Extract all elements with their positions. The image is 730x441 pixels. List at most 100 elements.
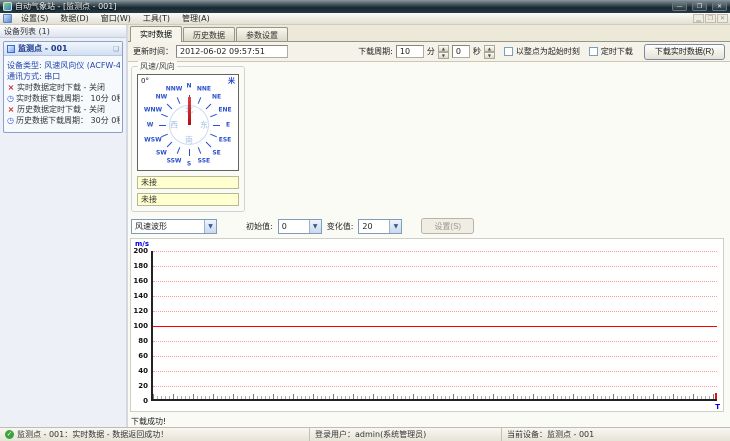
tab-历史数据[interactable]: 历史数据 — [183, 27, 235, 41]
device-panel[interactable]: 监测点 - 001 ❏ 设备类型: 风速风向仪 (ACFW-4) 通讯方式: 串口… — [3, 41, 123, 133]
start-on-hour-checkbox[interactable] — [503, 47, 513, 56]
y-tick-label: 60 — [138, 352, 148, 360]
menu-bar: 设置(S) 数据(D) 窗口(W) 工具(T) 管理(A) ▁ ❐ ✕ — [0, 13, 730, 25]
chart-xlabel: T — [715, 403, 720, 411]
compass-direction-label: W — [146, 121, 154, 129]
waveform-select[interactable]: 风速波形 ▼ — [131, 218, 217, 234]
minutes-stepper[interactable]: ▲ ▼ — [437, 45, 449, 59]
compass-spoke-icon — [176, 147, 181, 154]
chart-controls: 风速波形 ▼ 初始值: 0 ▼ 变化值: 20 ▼ 设置(S) — [131, 218, 475, 234]
pin-icon[interactable]: ❏ — [113, 45, 119, 53]
close-button[interactable]: ✕ — [712, 2, 727, 11]
tab-参数设置[interactable]: 参数设置 — [236, 27, 288, 41]
device-panel-body: 设备类型: 风速风向仪 (ACFW-4) 通讯方式: 串口 × 实时数据定时下载 - … — [4, 56, 122, 132]
realtime-content: 风速/风向 0° 米 N NNE NE ENE E ESE SE SSE S SSW SW WSW W W… — [128, 61, 730, 427]
x-axis-major-ticks — [153, 394, 717, 399]
gridline — [153, 371, 717, 372]
compass-spoke-icon — [167, 103, 173, 110]
mdi-minimize-icon[interactable]: ▁ — [693, 14, 704, 23]
compass-needle-icon — [188, 97, 191, 125]
chart: m/s T 200 180 160 140 120 100 80 60 40 20 0 — [130, 238, 724, 412]
start-on-hour-label: 以整点为起始时刻 — [515, 47, 580, 56]
change-value-select[interactable]: 20 ▼ — [358, 218, 403, 234]
compass-spoke-icon — [197, 97, 202, 104]
compass-spoke-icon — [176, 97, 181, 104]
device-info-text: 历史数据下载周期： 30分 0秒 — [15, 116, 120, 125]
tab-bar: 实时数据 历史数据 参数设置 — [128, 25, 730, 42]
menu-item[interactable]: 数据(D) — [54, 13, 94, 24]
compass-spoke-icon — [160, 113, 168, 117]
device-info-line: ◷ 实时数据下载周期： 10分 0秒 — [7, 93, 120, 104]
seconds-unit-label: 秒 — [472, 47, 481, 56]
step-down-icon[interactable]: ▼ — [483, 52, 495, 59]
title-bar: 自动气象站 - [监测点 - 001] — ❐ ✕ — [0, 0, 730, 13]
menu-items: 设置(S) 数据(D) 窗口(W) 工具(T) 管理(A) — [15, 13, 216, 24]
timed-download-label: 定时下载 — [600, 47, 633, 56]
status-bar: ✓ 监测点 - 001：实时数据 - 数据返回成功！ 登录用户：admin(系统… — [0, 427, 730, 441]
step-up-icon[interactable]: ▲ — [483, 45, 495, 52]
compass-cn-e: 东 — [200, 120, 208, 130]
compass-direction-label: E — [225, 121, 231, 129]
maximize-button[interactable]: ❐ — [692, 2, 707, 11]
menu-item[interactable]: 工具(T) — [137, 13, 176, 24]
minutes-input[interactable]: 10 — [395, 45, 424, 58]
compass-spoke-icon — [210, 113, 218, 117]
gridline — [153, 386, 717, 387]
menu-item[interactable]: 窗口(W) — [95, 13, 137, 24]
timed-download-checkbox-row[interactable]: 定时下载 — [588, 46, 633, 57]
tab-实时数据[interactable]: 实时数据 — [130, 26, 182, 42]
gridline — [153, 341, 717, 342]
x-axis-end-marker — [715, 393, 717, 399]
compass-spoke-icon — [205, 141, 211, 148]
menu-item[interactable]: 设置(S) — [15, 13, 54, 24]
success-check-icon: ✓ — [5, 430, 14, 439]
y-tick-label: 100 — [133, 322, 148, 330]
device-icon — [7, 44, 15, 53]
chevron-down-icon: ▼ — [204, 219, 216, 233]
y-tick-label: 180 — [133, 262, 148, 270]
device-title: 监测点 - 001 — [18, 44, 68, 53]
step-up-icon[interactable]: ▲ — [437, 45, 449, 52]
red-x-icon: × — [7, 83, 15, 92]
minutes-unit-label: 分 — [426, 47, 435, 56]
chevron-down-icon: ▼ — [308, 219, 321, 233]
wind-groupbox: 风速/风向 0° 米 N NNE NE ENE E ESE SE SSE S SSW SW WSW W W… — [131, 61, 245, 212]
update-time-value: 2012-06-02 09:57:51 — [176, 45, 288, 58]
period-label: 下载周期: — [358, 47, 393, 56]
compass-spoke-icon — [205, 103, 211, 110]
current-device: 当前设备：监测点 - 001 — [507, 430, 595, 439]
start-on-hour-checkbox-row[interactable]: 以整点为起始时刻 — [503, 46, 580, 57]
settings-button[interactable]: 设置(S) — [421, 218, 475, 234]
y-tick-label: 140 — [133, 292, 148, 300]
mdi-close-icon[interactable]: ✕ — [717, 14, 728, 23]
status-message-segment: ✓ 监测点 - 001：实时数据 - 数据返回成功！ — [0, 428, 310, 441]
device-info-text: 历史数据定时下载 - 关闭 — [17, 105, 105, 114]
wind-speed-readout: 未接 — [137, 176, 239, 189]
status-device-segment: 当前设备：监测点 - 001 — [502, 428, 730, 441]
seconds-stepper[interactable]: ▲ ▼ — [483, 45, 495, 59]
gridline — [153, 281, 717, 282]
initial-value-select[interactable]: 0 ▼ — [277, 218, 322, 234]
device-list-header: 设备列表 (1) — [0, 25, 126, 38]
device-sidebar: 设备列表 (1) 监测点 - 001 ❏ 设备类型: 风速风向仪 (ACFW-4… — [0, 25, 128, 427]
gridline — [153, 296, 717, 297]
download-status-message: 下载成功! — [131, 417, 167, 426]
compass-spoke-icon — [212, 125, 220, 126]
download-realtime-button[interactable]: 下载实时数据(R) — [643, 43, 725, 60]
logged-in-user: 登录用户：admin(系统管理员) — [315, 430, 427, 439]
seconds-input[interactable]: 0 — [451, 45, 470, 58]
update-time-label: 更新时间： — [133, 47, 173, 56]
gridline — [153, 266, 717, 267]
menu-item[interactable]: 管理(A) — [176, 13, 216, 24]
compass-spoke-icon — [188, 149, 190, 156]
compass-direction-label: SSE — [197, 157, 211, 165]
y-tick-label: 40 — [138, 367, 148, 375]
step-down-icon[interactable]: ▼ — [437, 52, 449, 59]
mdi-restore-icon[interactable]: ❐ — [705, 14, 716, 23]
y-tick-label: 160 — [133, 277, 148, 285]
device-info-line: × 历史数据定时下载 - 关闭 — [7, 104, 120, 115]
timed-download-checkbox[interactable] — [588, 47, 598, 56]
minimize-button[interactable]: — — [672, 2, 687, 11]
device-info-text: 通讯方式: 串口 — [7, 72, 61, 81]
device-panel-header[interactable]: 监测点 - 001 ❏ — [4, 42, 122, 56]
